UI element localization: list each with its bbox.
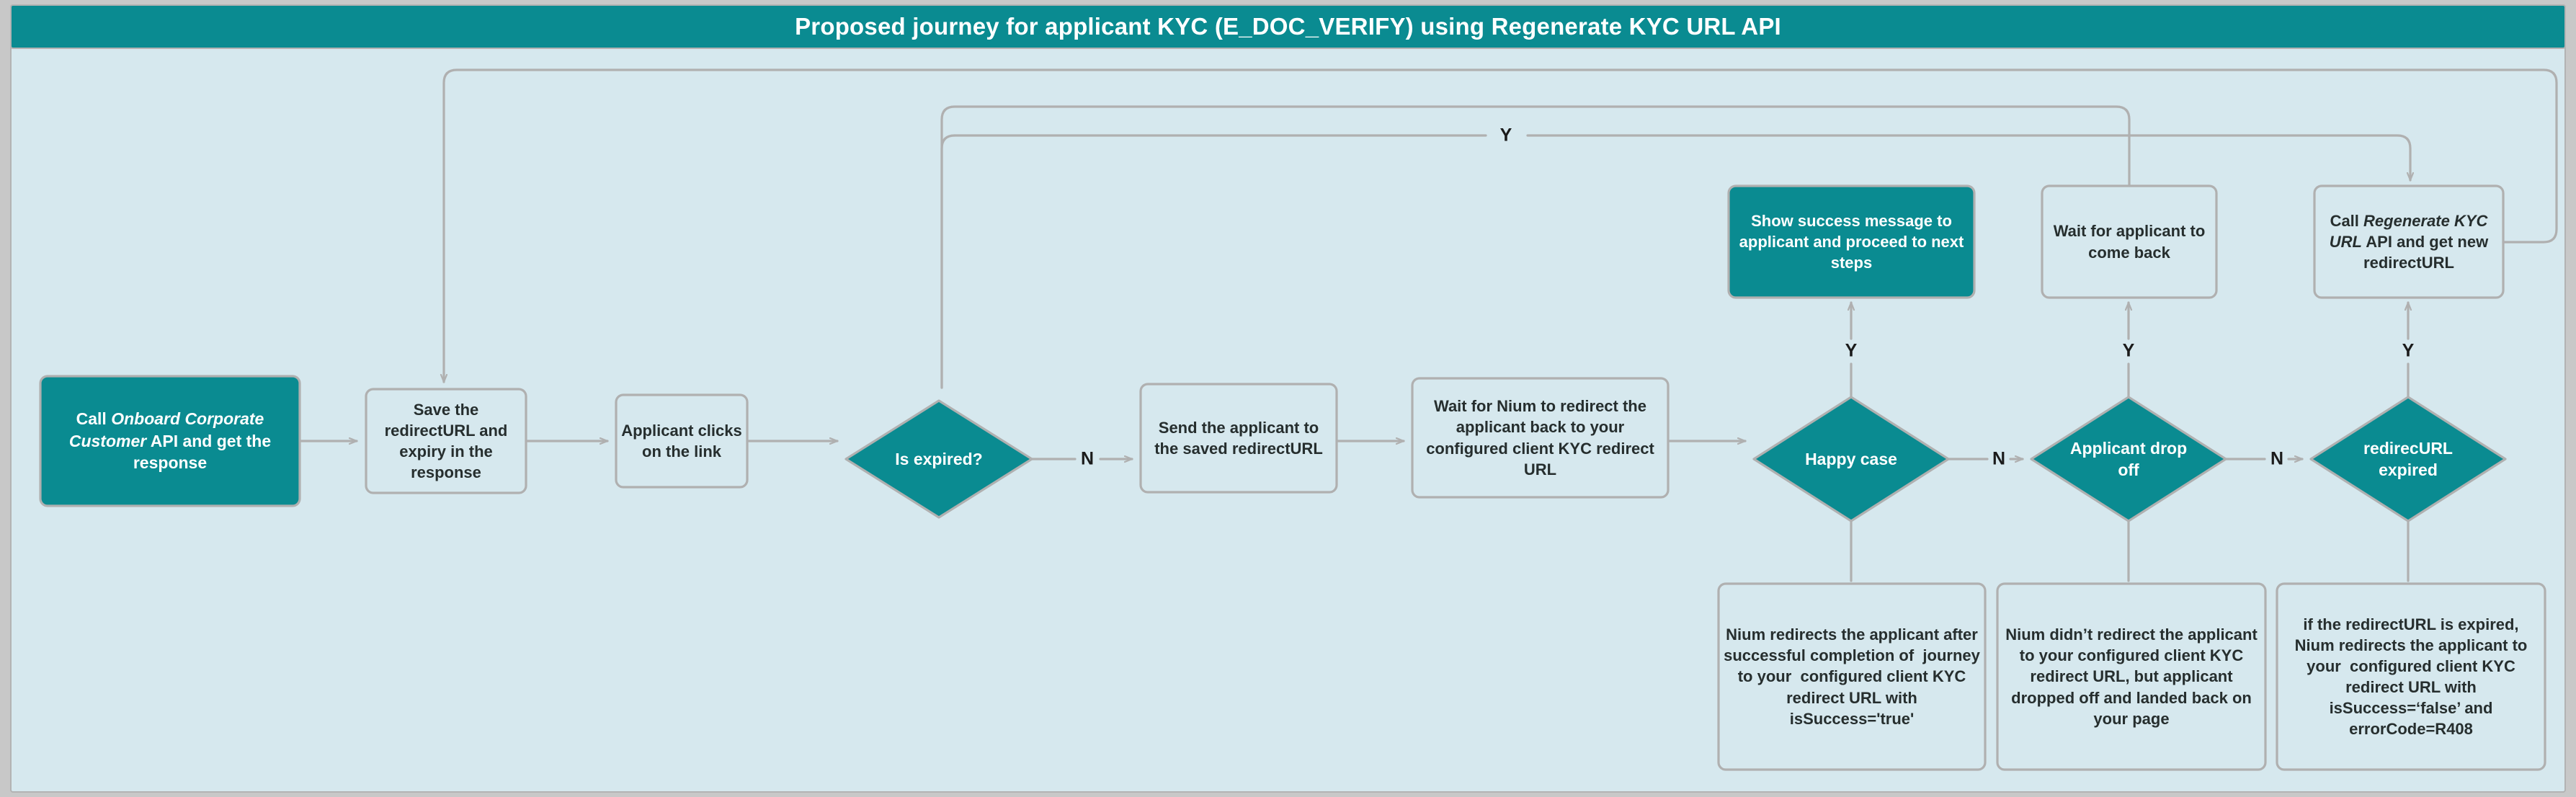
edge-regenerate-to-clicks-loop <box>444 68 2558 383</box>
node-shape-onboard-api <box>39 375 301 507</box>
page-title: Proposed journey for applicant KYC (E_DO… <box>795 13 1781 40</box>
node-shape-happy-case <box>1752 396 1950 522</box>
node-shape-is-expired <box>844 399 1033 519</box>
node-shape-applicant-clicks <box>615 393 749 489</box>
edge-isexpired-yes-top-run <box>940 134 956 389</box>
node-shape-send-applicant <box>1139 383 1338 494</box>
flow-connectors <box>39 68 2558 771</box>
node-shape-save-redirecturl <box>365 388 527 494</box>
node-shape-redirecurl-expired <box>2309 396 2507 522</box>
node-shape-regenerate-kyc-url <box>2313 184 2505 299</box>
diagram-title-bar: Proposed journey for applicant KYC (E_DO… <box>10 4 2566 49</box>
edge-yes-long-right <box>1526 134 2410 182</box>
flowchart-page: Proposed journey for applicant KYC (E_DO… <box>0 0 2576 797</box>
node-shape-wait-for-nium <box>1411 377 1670 499</box>
node-shape-applicant-drop-off <box>2030 396 2227 522</box>
node-shape-note-happy <box>1717 582 1987 771</box>
node-shape-note-expired <box>2276 582 2546 771</box>
node-shape-wait-applicant-back <box>2041 184 2218 299</box>
node-shape-note-dropoff <box>1996 582 2267 771</box>
node-shape-show-success <box>1727 184 1976 299</box>
